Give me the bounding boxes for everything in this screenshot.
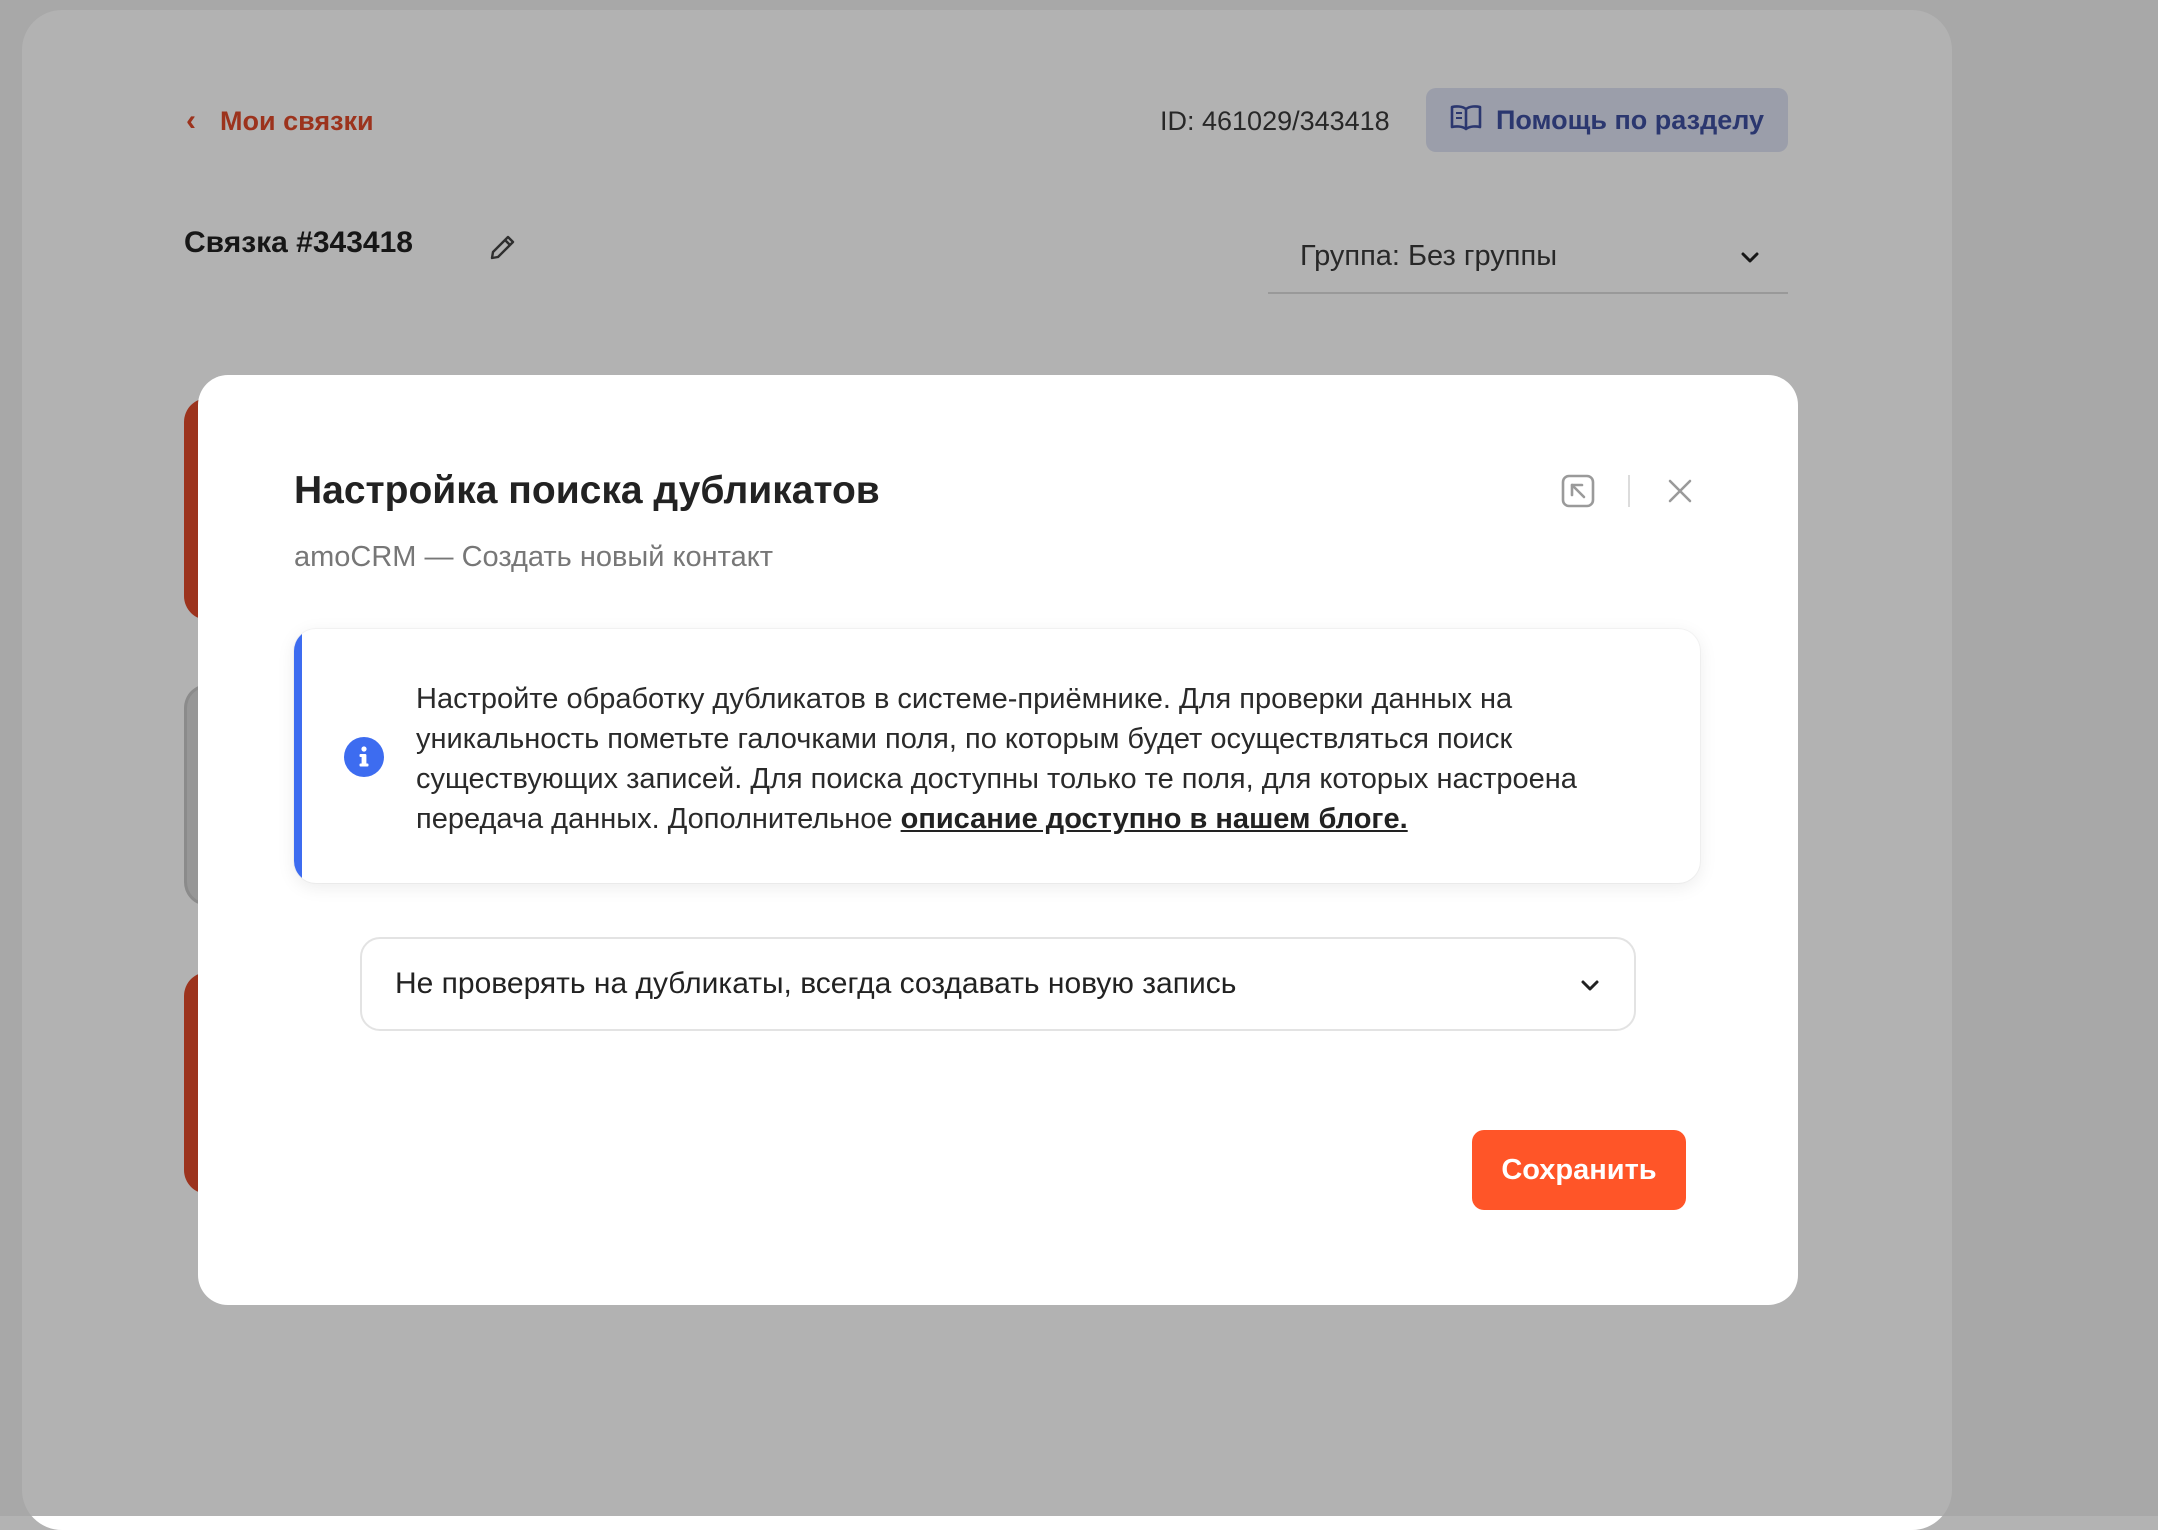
actions-divider — [1628, 475, 1630, 507]
collapse-arrow-icon[interactable] — [1558, 471, 1598, 511]
duplicates-settings-modal: Настройка поиска дубликатов amoCRM — Соз… — [198, 375, 1798, 1305]
info-accent-bar — [294, 629, 302, 883]
modal-actions — [1558, 471, 1700, 511]
duplicate-mode-select[interactable]: Не проверять на дубликаты, всегда создав… — [360, 937, 1636, 1031]
modal-subtitle: amoCRM — Создать новый контакт — [294, 541, 774, 573]
info-icon — [344, 737, 384, 777]
blog-link[interactable]: описание доступно в нашем блоге. — [901, 803, 1408, 835]
modal-title: Настройка поиска дубликатов — [294, 469, 880, 512]
info-box: Настройте обработку дубликатов в системе… — [294, 629, 1700, 883]
info-text: Настройте обработку дубликатов в системе… — [416, 679, 1676, 839]
close-icon[interactable] — [1660, 471, 1700, 511]
chevron-down-icon — [1580, 967, 1600, 1001]
save-button[interactable]: Сохранить — [1472, 1130, 1686, 1210]
duplicate-mode-value: Не проверять на дубликаты, всегда создав… — [395, 967, 1237, 1000]
